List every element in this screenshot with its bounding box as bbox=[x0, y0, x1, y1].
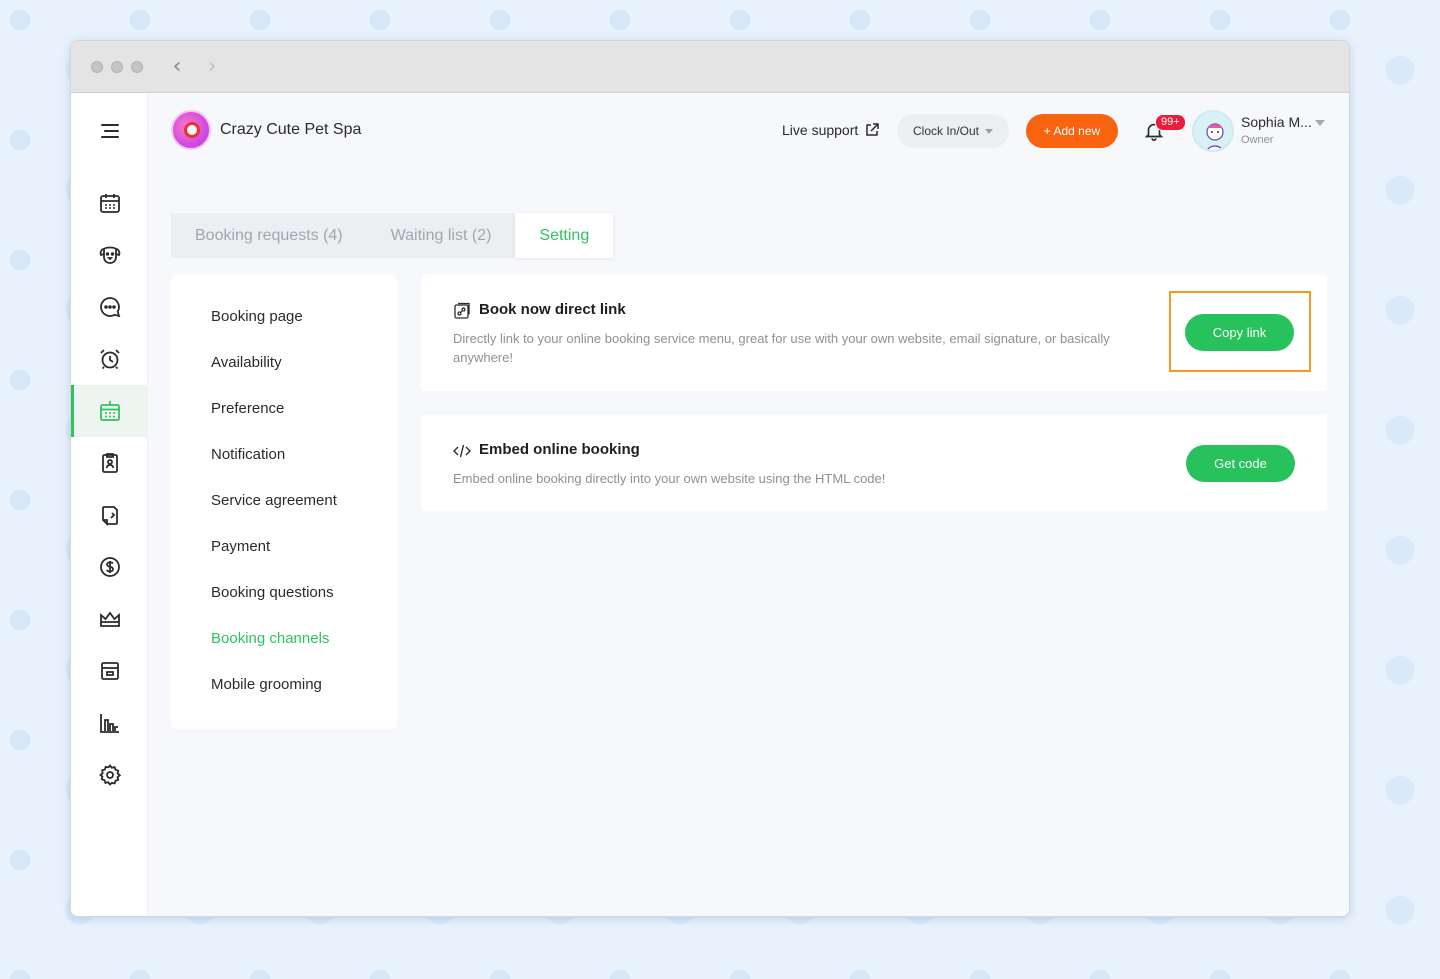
clock-in-out-button[interactable]: Clock In/Out bbox=[897, 114, 1009, 148]
embed-booking-description: Embed online booking directly into your … bbox=[453, 471, 886, 486]
close-window-button[interactable] bbox=[91, 61, 103, 73]
gear-icon bbox=[98, 764, 121, 786]
add-new-button[interactable]: + Add new bbox=[1026, 114, 1118, 148]
bar-chart-icon bbox=[99, 714, 119, 733]
menu-item-booking-questions[interactable]: Booking questions bbox=[211, 584, 334, 601]
avatar[interactable] bbox=[1192, 110, 1234, 152]
user-menu-chevron-icon[interactable] bbox=[1315, 120, 1325, 126]
sidebar-item-online-booking[interactable] bbox=[71, 385, 148, 437]
clock-in-out-label: Clock In/Out bbox=[912, 124, 980, 138]
sidebar-item-documents[interactable] bbox=[71, 489, 148, 541]
sidebar-item-calendar[interactable] bbox=[71, 177, 148, 229]
copy-link-highlight bbox=[1169, 291, 1311, 372]
clipboard-user-icon bbox=[101, 453, 118, 473]
get-code-button[interactable]: Get code bbox=[1186, 445, 1295, 482]
sidebar-item-pets[interactable] bbox=[71, 229, 148, 281]
document-icon bbox=[101, 506, 118, 527]
tab-waiting-list[interactable]: Waiting list (2) bbox=[366, 213, 516, 258]
sidebar-item-reports[interactable] bbox=[71, 697, 148, 749]
minimize-window-button[interactable] bbox=[111, 61, 123, 73]
sidebar-item-memberships[interactable] bbox=[71, 593, 148, 645]
sidebar-item-payments[interactable] bbox=[71, 541, 148, 593]
title-bar: ‹ › bbox=[71, 41, 1349, 93]
menu-icon bbox=[100, 124, 119, 138]
menu-item-notification[interactable]: Notification bbox=[211, 446, 285, 463]
sidebar-menu-toggle[interactable] bbox=[71, 105, 148, 157]
menu-item-service-agreement[interactable]: Service agreement bbox=[211, 492, 337, 509]
browser-window: ‹ › Crazy Cute Pet Spa Live support Cloc… bbox=[70, 40, 1350, 917]
link-document-icon bbox=[454, 302, 470, 319]
sidebar-item-clients[interactable] bbox=[71, 437, 148, 489]
menu-item-booking-channels[interactable]: Booking channels bbox=[211, 630, 329, 647]
zoom-window-button[interactable] bbox=[131, 61, 143, 73]
alarm-clock-icon bbox=[99, 349, 120, 370]
live-support-link[interactable]: Live support bbox=[782, 122, 880, 138]
user-name[interactable]: Sophia M... bbox=[1241, 114, 1312, 130]
menu-item-availability[interactable]: Availability bbox=[211, 354, 282, 371]
back-arrow-icon[interactable]: ‹ bbox=[167, 55, 187, 79]
settings-menu: Booking page Availability Preference Not… bbox=[171, 275, 397, 729]
sidebar bbox=[71, 93, 148, 916]
dog-face-icon bbox=[99, 246, 120, 264]
menu-item-preference[interactable]: Preference bbox=[211, 400, 284, 417]
chat-icon bbox=[99, 297, 120, 318]
user-avatar-icon bbox=[1206, 123, 1224, 150]
retail-icon bbox=[100, 662, 119, 680]
sidebar-item-settings[interactable] bbox=[71, 749, 148, 801]
menu-item-booking-page[interactable]: Booking page bbox=[211, 308, 303, 325]
business-name: Crazy Cute Pet Spa bbox=[220, 121, 362, 138]
sidebar-item-reminders[interactable] bbox=[71, 333, 148, 385]
live-support-label: Live support bbox=[782, 122, 859, 138]
direct-link-description: Directly link to your online booking ser… bbox=[453, 331, 1110, 365]
sidebar-item-retail[interactable] bbox=[71, 645, 148, 697]
booking-calendar-icon bbox=[99, 401, 120, 421]
main-content: Crazy Cute Pet Spa Live support Clock In… bbox=[148, 93, 1349, 916]
calendar-icon bbox=[99, 194, 120, 213]
embed-booking-card: Embed online booking Embed online bookin… bbox=[421, 415, 1327, 511]
booking-tabs: Booking requests (4) Waiting list (2) Se… bbox=[171, 213, 614, 258]
forward-arrow-icon[interactable]: › bbox=[202, 55, 222, 79]
user-role: Owner bbox=[1241, 134, 1274, 146]
notification-badge: 99+ bbox=[1155, 114, 1186, 131]
tab-booking-requests[interactable]: Booking requests (4) bbox=[171, 213, 367, 258]
business-logo bbox=[171, 110, 211, 150]
embed-booking-title: Embed online booking bbox=[479, 441, 640, 458]
external-link-icon bbox=[866, 123, 880, 136]
direct-link-title: Book now direct link bbox=[479, 301, 626, 318]
menu-item-payment[interactable]: Payment bbox=[211, 538, 270, 555]
crown-icon bbox=[99, 611, 120, 627]
tab-setting[interactable]: Setting bbox=[515, 213, 614, 258]
sidebar-item-messages[interactable] bbox=[71, 281, 148, 333]
code-icon bbox=[453, 444, 471, 458]
chevron-down-icon bbox=[985, 128, 994, 134]
dollar-icon bbox=[99, 557, 120, 577]
menu-item-mobile-grooming[interactable]: Mobile grooming bbox=[211, 676, 322, 693]
